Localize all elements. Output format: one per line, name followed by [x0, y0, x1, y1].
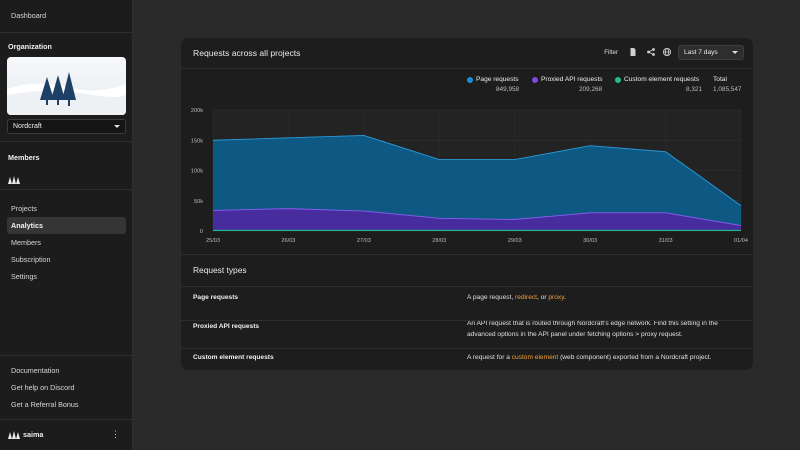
request-type-name: Proxied API requests [193, 323, 260, 330]
sidebar: Dashboard Organization Nordcraft Members… [0, 0, 133, 450]
legend-label: Total [713, 76, 727, 83]
sidebar-divider [0, 32, 133, 33]
sidebar-divider [0, 141, 133, 142]
legend-swatch [532, 77, 538, 83]
request-types-title: Request types [193, 265, 247, 275]
description-text: (web component) exported from a Nordcraf… [558, 354, 712, 361]
members-heading: Members [8, 153, 40, 162]
legend-swatch [615, 77, 621, 83]
more-options-icon[interactable]: ⋮ [111, 429, 120, 439]
request-type-description: A page request, redirect, or proxy. [467, 292, 739, 303]
legend-value: 1,085,547 [713, 86, 742, 93]
document-icon[interactable] [628, 47, 638, 57]
user-name: saima [23, 430, 44, 439]
sidebar-divider [0, 419, 133, 420]
y-tick-label: 50k [194, 199, 203, 205]
y-tick-label: 150k [191, 138, 203, 144]
date-range-select[interactable]: Last 7 days [678, 45, 744, 60]
x-tick-label: 31/03 [659, 238, 673, 244]
x-tick-label: 26/03 [281, 238, 295, 244]
description-text: , or [537, 294, 549, 301]
organization-select-value: Nordcraft [13, 123, 42, 130]
description-text: An API request that is routed through No… [467, 320, 718, 338]
legend-value: 8,321 [686, 86, 702, 93]
sidebar-divider [0, 189, 133, 190]
legend-value: 209,268 [579, 86, 603, 93]
x-tick-label: 25/03 [206, 238, 220, 244]
panel-divider [181, 320, 753, 321]
user-avatar-icon [8, 431, 20, 439]
doc-link[interactable]: redirect [515, 294, 537, 301]
request-type-row: Page requests A page request, redirect, o… [181, 292, 753, 318]
footer-link-documentation[interactable]: Documentation [7, 362, 126, 379]
panel-divider [181, 348, 753, 349]
request-type-name: Custom element requests [193, 354, 274, 361]
x-tick-label: 01/04 [734, 238, 748, 244]
user-menu[interactable]: saima ⋮ [7, 428, 126, 442]
doc-link[interactable]: custom element [512, 354, 559, 361]
panel-title: Requests across all projects [193, 48, 301, 58]
request-type-name: Page requests [193, 294, 239, 301]
x-tick-label: 29/03 [508, 238, 522, 244]
tree-illustration [7, 72, 126, 115]
doc-link[interactable]: proxy [548, 294, 564, 301]
organization-heading: Organization [8, 42, 52, 51]
sidebar-link-dashboard[interactable]: Dashboard [7, 7, 126, 24]
trees-logo-icon [8, 176, 20, 184]
chevron-down-icon [732, 51, 738, 54]
sidebar-divider [0, 355, 133, 356]
description-text: . [564, 294, 566, 301]
organization-image [7, 57, 126, 115]
legend-label: Custom element requests [624, 76, 700, 83]
date-range-value: Last 7 days [684, 49, 718, 56]
panel-divider [181, 286, 753, 287]
panel-divider [181, 254, 753, 255]
footer-link-get-help-on-discord[interactable]: Get help on Discord [7, 379, 126, 396]
legend-swatch [467, 77, 473, 83]
organization-select[interactable]: Nordcraft [7, 119, 126, 134]
diagram-icon[interactable] [646, 47, 656, 57]
legend-label: Proxied API requests [541, 76, 603, 83]
description-text: A request for a [467, 354, 512, 361]
request-type-row: Custom element requests A request for a c… [181, 352, 753, 370]
chart-toolbar: Filter Last 7 days [584, 45, 744, 60]
request-type-description: A request for a custom element (web comp… [467, 352, 739, 363]
y-tick-label: 0 [200, 229, 203, 235]
sidebar-item-subscription[interactable]: Subscription [7, 251, 126, 268]
footer-link-get-a-referral-bonus[interactable]: Get a Referral Bonus [7, 396, 126, 413]
legend-label: Page requests [476, 76, 519, 83]
x-tick-label: 28/03 [432, 238, 446, 244]
panel-divider [181, 68, 753, 69]
request-type-row: Proxied API requests An API request that … [181, 318, 753, 352]
filter-button[interactable]: Filter [604, 49, 618, 56]
y-tick-label: 200k [191, 108, 203, 114]
chevron-down-icon [114, 125, 120, 128]
y-tick-label: 100k [191, 169, 203, 175]
sidebar-item-projects[interactable]: Projects [7, 200, 126, 217]
globe-icon[interactable] [662, 47, 672, 57]
member-avatar[interactable] [8, 172, 20, 190]
analytics-panel: Requests across all projects Filter Last… [181, 38, 753, 370]
sidebar-item-members[interactable]: Members [7, 234, 126, 251]
x-tick-label: 30/03 [583, 238, 597, 244]
sidebar-item-analytics[interactable]: Analytics [7, 217, 126, 234]
description-text: A page request, [467, 294, 516, 301]
x-tick-label: 27/03 [357, 238, 371, 244]
legend-value: 849,958 [496, 86, 520, 93]
request-type-description: An API request that is routed through No… [467, 318, 739, 340]
requests-area-chart: 0 50k 100k 150k 200k 25/03 26/03 27/03 28/03 29/0… [191, 108, 748, 244]
sidebar-item-settings[interactable]: Settings [7, 268, 126, 285]
